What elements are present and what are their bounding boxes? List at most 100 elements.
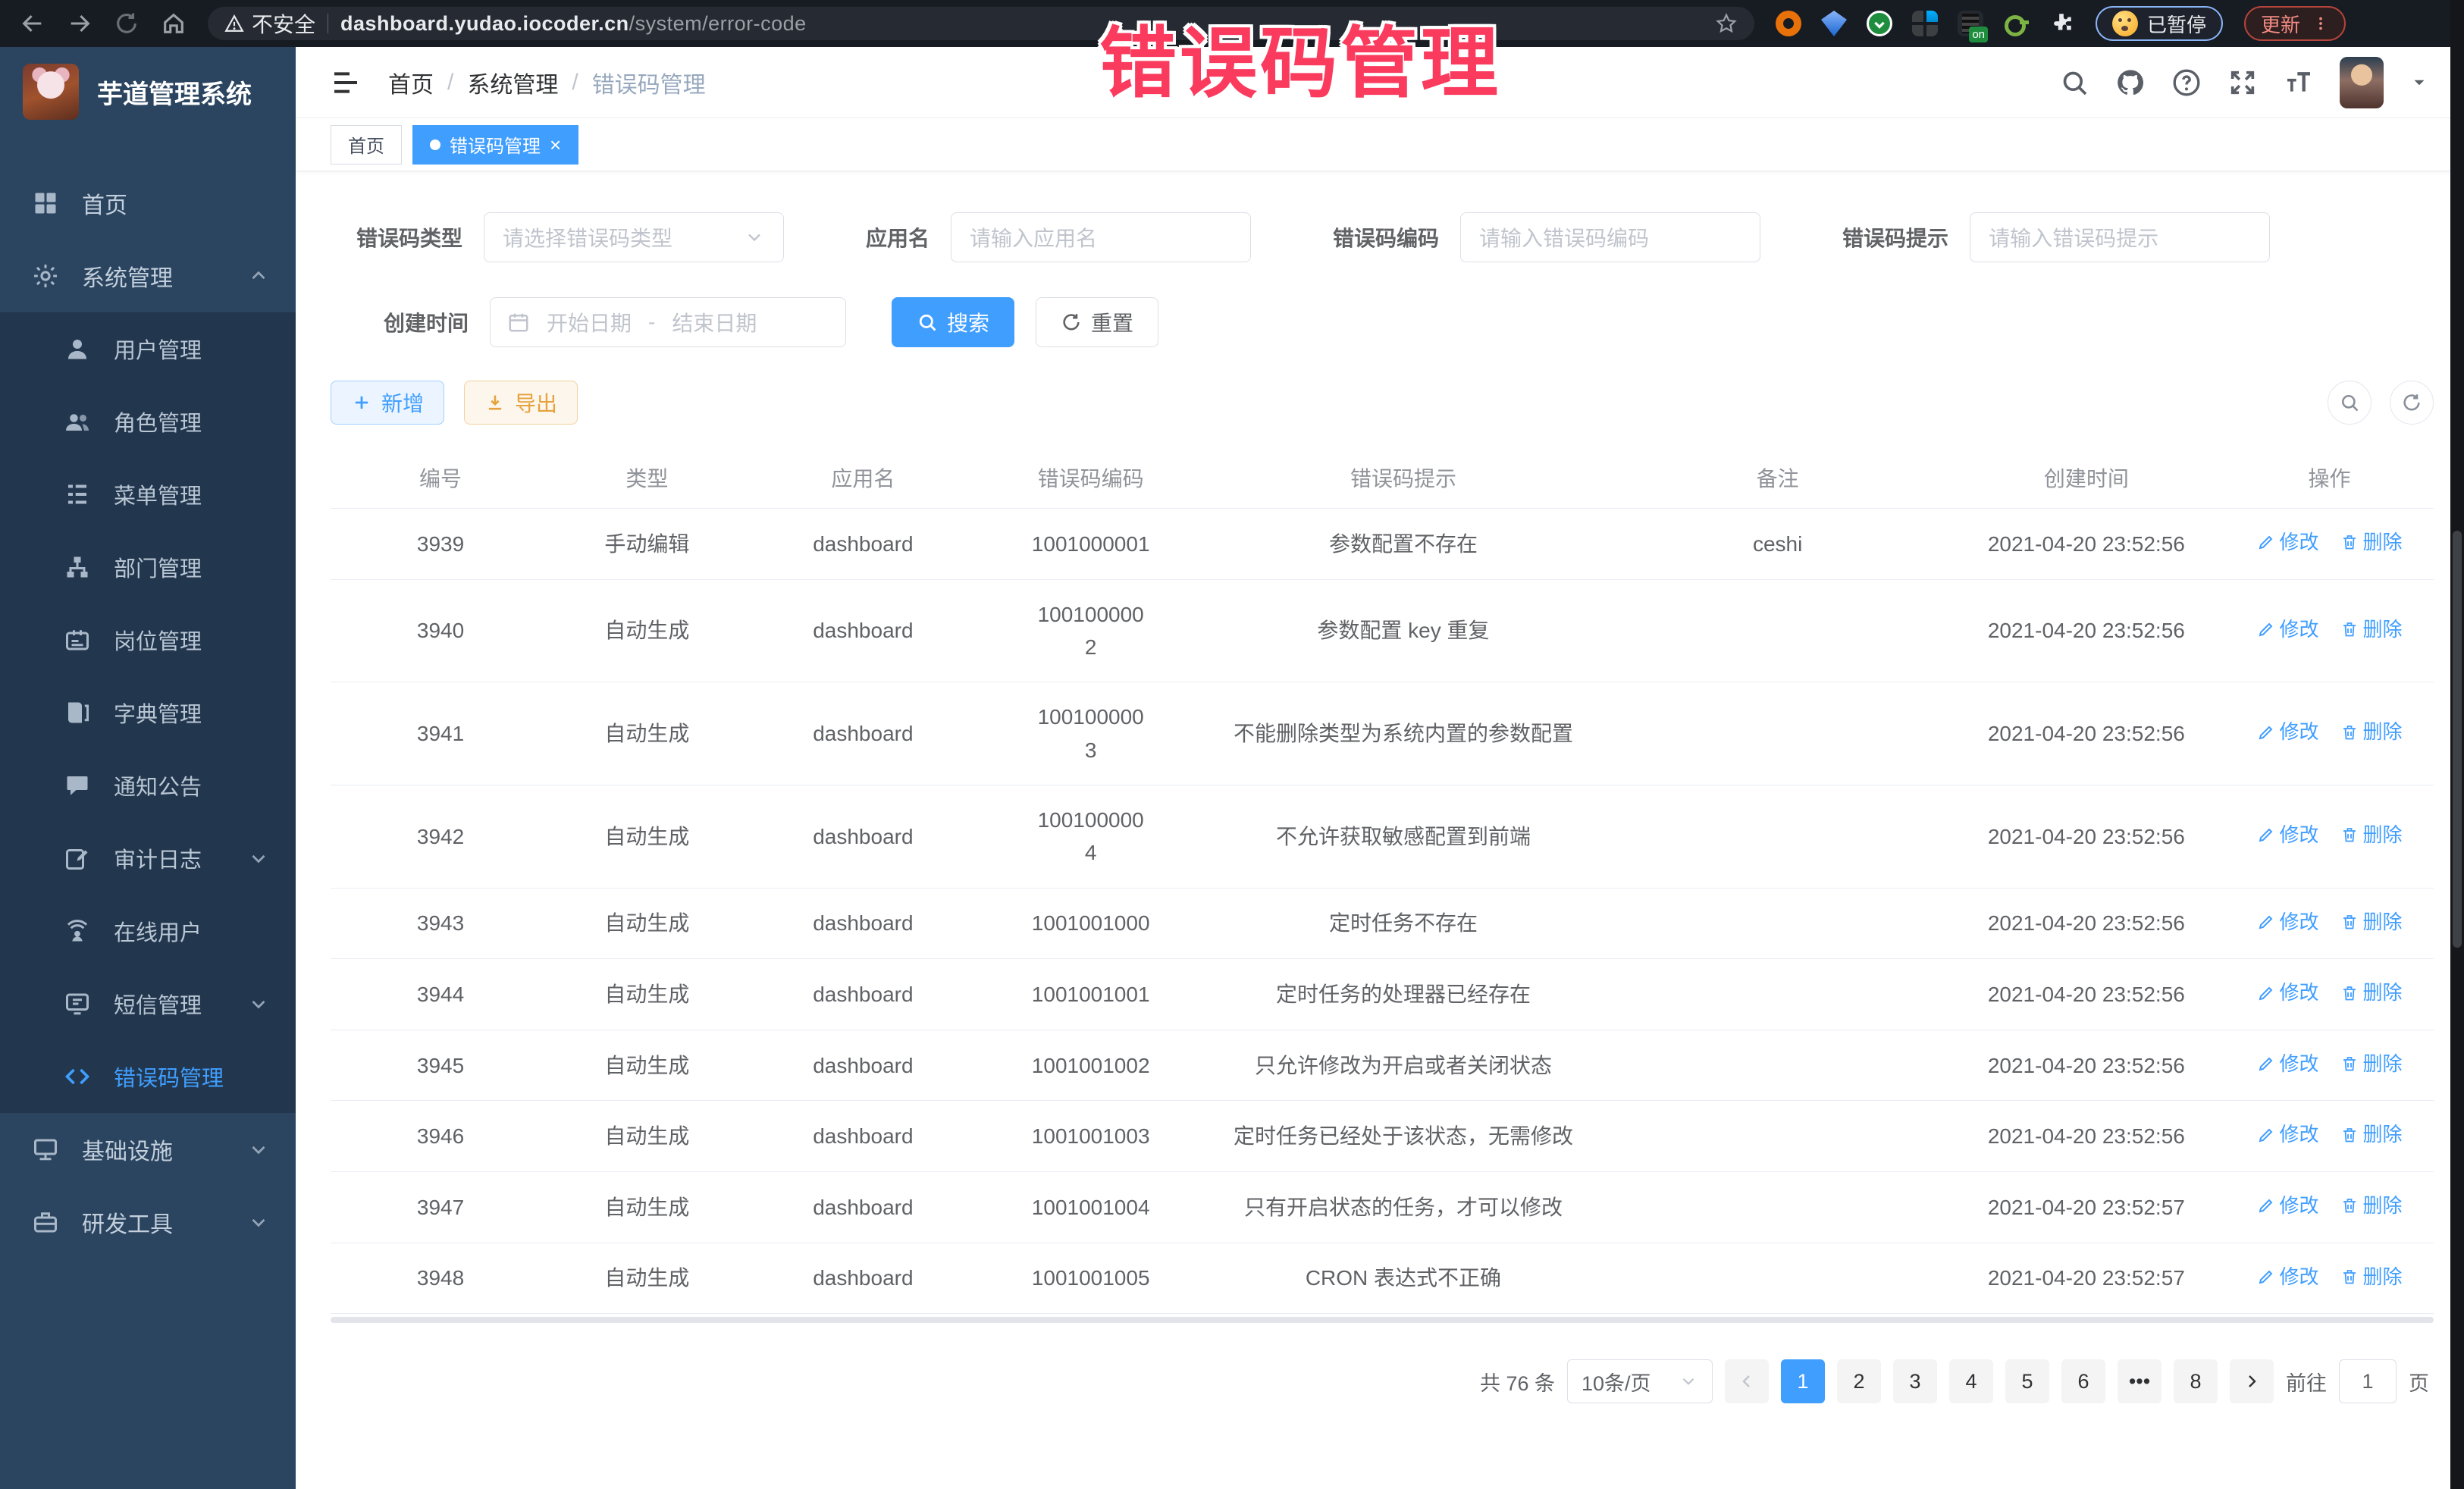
hamburger-icon[interactable] — [331, 67, 361, 98]
horizontal-scrollbar[interactable] — [331, 1317, 2434, 1323]
delete-link[interactable]: 删除 — [2340, 820, 2403, 850]
date-range-picker[interactable]: 开始日期 - 结束日期 — [490, 297, 846, 347]
sidebar-item-8[interactable]: 字典管理 — [0, 676, 296, 749]
sidebar-item-3[interactable]: 用户管理 — [0, 312, 296, 385]
breadcrumb-system[interactable]: 系统管理 — [467, 66, 558, 99]
bookmark-star-icon[interactable] — [1715, 12, 1738, 35]
page-url[interactable]: dashboard.yudao.iocoder.cn/system/error-… — [340, 12, 807, 36]
search-icon[interactable] — [2059, 67, 2089, 98]
edit-link[interactable]: 修改 — [2257, 1190, 2319, 1221]
help-icon[interactable] — [2171, 67, 2202, 98]
delete-link[interactable]: 删除 — [2340, 1262, 2403, 1292]
search-button[interactable]: 搜索 — [892, 297, 1014, 347]
sidebar-item-12[interactable]: 短信管理 — [0, 967, 296, 1040]
page-button-6[interactable]: 6 — [2061, 1359, 2105, 1403]
browser-back-icon[interactable] — [20, 11, 45, 36]
extension-grid-icon[interactable] — [1912, 11, 1938, 36]
edit-link[interactable]: 修改 — [2257, 1262, 2319, 1292]
goto-page-input[interactable] — [2339, 1359, 2397, 1403]
error-hint-input[interactable]: 请输入错误码提示 — [1970, 212, 2270, 262]
tab-error-code[interactable]: 错误码管理 × — [412, 125, 578, 165]
sidebar-item-5[interactable]: 菜单管理 — [0, 458, 296, 531]
edit-link[interactable]: 修改 — [2257, 907, 2319, 937]
address-bar[interactable]: 不安全 dashboard.yudao.iocoder.cn/system/er… — [208, 7, 1754, 40]
start-date-placeholder[interactable]: 开始日期 — [547, 307, 632, 337]
export-button[interactable]: 导出 — [464, 381, 578, 425]
profile-paused-chip[interactable]: 已暂停 — [2096, 6, 2223, 41]
sidebar-item-9[interactable]: 通知公告 — [0, 749, 296, 822]
sidebar-item-10[interactable]: 审计日志 — [0, 822, 296, 895]
github-icon[interactable] — [2115, 67, 2146, 98]
cell-hint: 定时任务的处理器已经存在 — [1199, 959, 1608, 1030]
page-button-2[interactable]: 2 — [1837, 1359, 1881, 1403]
sidebar-item-14[interactable]: 基础设施 — [0, 1113, 296, 1186]
fullscreen-icon[interactable] — [2227, 67, 2258, 98]
delete-link[interactable]: 删除 — [2340, 527, 2403, 557]
security-warning[interactable]: 不安全 — [224, 8, 315, 39]
delete-link[interactable]: 删除 — [2340, 907, 2403, 937]
edit-link[interactable]: 修改 — [2257, 977, 2319, 1008]
add-button[interactable]: 新增 — [331, 381, 444, 425]
user-avatar[interactable] — [2340, 57, 2384, 108]
extension-orange-icon[interactable] — [1776, 11, 1801, 36]
scrollbar-thumb[interactable] — [2453, 531, 2462, 948]
extension-green-check-icon[interactable] — [1867, 11, 1892, 36]
font-size-icon[interactable] — [2284, 67, 2314, 98]
delete-link[interactable]: 删除 — [2340, 977, 2403, 1008]
delete-link[interactable]: 删除 — [2340, 614, 2403, 644]
extension-gem-icon[interactable] — [1821, 11, 1847, 36]
delete-link[interactable]: 删除 — [2340, 1119, 2403, 1149]
page-button-4[interactable]: 4 — [1949, 1359, 1993, 1403]
edit-link[interactable]: 修改 — [2257, 614, 2319, 644]
sidebar-item-7[interactable]: 岗位管理 — [0, 603, 296, 676]
edit-icon — [2257, 826, 2275, 844]
sidebar-item-13[interactable]: 错误码管理 — [0, 1040, 296, 1113]
breadcrumb-home[interactable]: 首页 — [388, 66, 434, 99]
sidebar-item-15[interactable]: 研发工具 — [0, 1186, 296, 1259]
toggle-search-button[interactable] — [2328, 381, 2372, 425]
page-button-1[interactable]: 1 — [1781, 1359, 1825, 1403]
browser-update-button[interactable]: 更新 — [2244, 6, 2346, 41]
page-button-8[interactable]: 8 — [2174, 1359, 2218, 1403]
reset-button[interactable]: 重置 — [1036, 297, 1158, 347]
app-name-input[interactable]: 请输入应用名 — [951, 212, 1251, 262]
browser-forward-icon[interactable] — [67, 11, 92, 36]
delete-link[interactable]: 删除 — [2340, 1049, 2403, 1079]
edit-link[interactable]: 修改 — [2257, 1049, 2319, 1079]
column-header-6: 备注 — [1608, 452, 1948, 509]
sidebar-item-6[interactable]: 部门管理 — [0, 531, 296, 603]
extension-on-badge-icon[interactable] — [1958, 11, 1983, 36]
extensions-puzzle-icon[interactable] — [2049, 11, 2074, 36]
sidebar-logo-row[interactable]: 芋道管理系统 — [0, 47, 296, 136]
edit-link[interactable]: 修改 — [2257, 820, 2319, 850]
extension-key-icon[interactable] — [2003, 11, 2029, 36]
edit-link[interactable]: 修改 — [2257, 527, 2319, 557]
edit-link[interactable]: 修改 — [2257, 716, 2319, 747]
browser-reload-icon[interactable] — [114, 11, 140, 36]
sidebar-item-label: 部门管理 — [114, 551, 202, 583]
delete-link[interactable]: 删除 — [2340, 1190, 2403, 1221]
pages-more-button[interactable]: ••• — [2118, 1359, 2161, 1403]
edit-link[interactable]: 修改 — [2257, 1119, 2319, 1149]
cell-actions: 修改删除 — [2225, 1101, 2434, 1172]
page-size-select[interactable]: 10条/页 — [1567, 1359, 1713, 1403]
vertical-scrollbar[interactable] — [2450, 0, 2464, 1489]
end-date-placeholder[interactable]: 结束日期 — [672, 307, 757, 337]
delete-link[interactable]: 删除 — [2340, 716, 2403, 747]
browser-home-icon[interactable] — [161, 11, 187, 36]
tab-home[interactable]: 首页 — [331, 125, 402, 165]
sidebar-item-1[interactable]: 首页 — [0, 167, 296, 240]
sidebar-item-2[interactable]: 系统管理 — [0, 240, 296, 312]
error-code-input[interactable]: 请输入错误码编码 — [1460, 212, 1760, 262]
error-type-select[interactable]: 请选择错误码类型 — [484, 212, 784, 262]
sidebar-item-11[interactable]: 在线用户 — [0, 895, 296, 967]
kebab-menu-icon[interactable] — [2312, 14, 2329, 33]
page-button-5[interactable]: 5 — [2005, 1359, 2049, 1403]
caret-down-icon[interactable] — [2409, 73, 2429, 92]
sidebar-item-4[interactable]: 角色管理 — [0, 385, 296, 458]
next-page-button[interactable] — [2230, 1359, 2274, 1403]
refresh-table-button[interactable] — [2390, 381, 2434, 425]
page-button-3[interactable]: 3 — [1893, 1359, 1937, 1403]
prev-page-button[interactable] — [1725, 1359, 1769, 1403]
close-tab-icon[interactable]: × — [550, 135, 561, 155]
